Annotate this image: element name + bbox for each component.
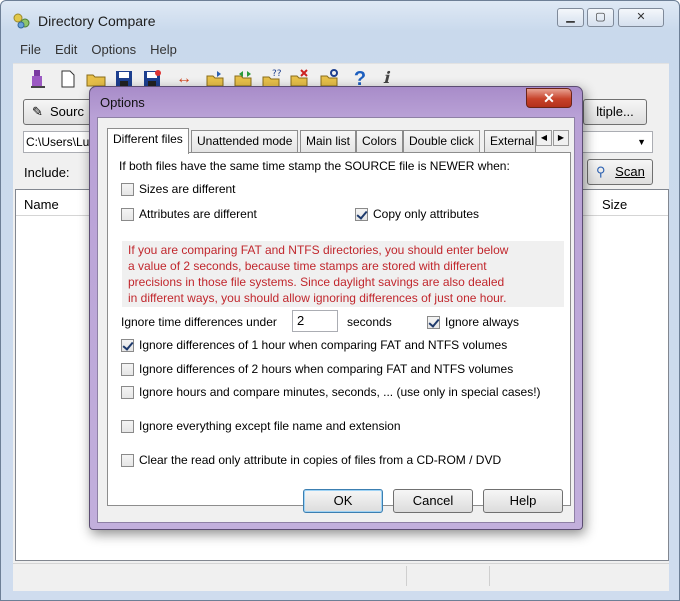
close-icon: ✕ bbox=[636, 11, 646, 23]
divider bbox=[120, 231, 563, 232]
scan-button[interactable]: ⚲ Scan bbox=[587, 159, 653, 185]
maximize-icon: ▢ bbox=[595, 11, 606, 23]
ignore-always-label[interactable]: Ignore always bbox=[445, 315, 519, 329]
clear-readonly-label[interactable]: Clear the read only attribute in copies … bbox=[139, 453, 501, 467]
column-name[interactable]: Name bbox=[24, 197, 59, 212]
tab-colors[interactable]: Colors bbox=[356, 130, 403, 152]
menu-edit[interactable]: Edit bbox=[48, 39, 84, 57]
ignore-2-hours-label[interactable]: Ignore differences of 2 hours when compa… bbox=[139, 362, 513, 376]
tab-main-list[interactable]: Main list bbox=[300, 130, 357, 152]
tab-panel-different-files: If both files have the same time stamp t… bbox=[107, 152, 571, 506]
seconds-label: seconds bbox=[347, 315, 392, 329]
clear-readonly-checkbox[interactable] bbox=[121, 454, 134, 467]
multiple-button-label: ltiple... bbox=[596, 104, 634, 119]
status-bar bbox=[13, 563, 669, 587]
maximize-button[interactable]: ▢ bbox=[587, 8, 614, 27]
magnifier-icon: ⚲ bbox=[596, 164, 606, 179]
attributes-different-checkbox[interactable] bbox=[121, 208, 134, 221]
svg-text:??: ?? bbox=[272, 69, 282, 79]
ignore-2-hours-checkbox[interactable] bbox=[121, 363, 134, 376]
warning-line: in different ways, you should allow igno… bbox=[128, 291, 507, 305]
chevron-right-icon[interactable]: ▶ bbox=[553, 130, 569, 146]
options-dialog: Options ✕ Different files Unattended mod… bbox=[89, 86, 583, 530]
person-icon[interactable] bbox=[27, 68, 49, 90]
tab-double-click[interactable]: Double click bbox=[403, 130, 480, 152]
copy-only-attributes-checkbox[interactable] bbox=[355, 208, 368, 221]
sizes-different-label[interactable]: Sizes are different bbox=[139, 182, 236, 196]
menu-options[interactable]: Options bbox=[84, 39, 143, 57]
ignore-1-hour-checkbox[interactable] bbox=[121, 339, 134, 352]
ignore-always-checkbox[interactable] bbox=[427, 316, 440, 329]
new-document-icon[interactable] bbox=[57, 68, 79, 90]
divider bbox=[120, 443, 563, 444]
tab-external[interactable]: External bbox=[484, 130, 536, 152]
tab-scroll-buttons: ◀ ▶ bbox=[536, 130, 570, 148]
copy-only-attributes-label[interactable]: Copy only attributes bbox=[373, 207, 479, 221]
chevron-left-icon[interactable]: ◀ bbox=[536, 130, 552, 146]
time-diff-input[interactable]: 2 bbox=[292, 310, 338, 332]
ignore-everything-label[interactable]: Ignore everything except file name and e… bbox=[139, 419, 401, 433]
warning-line: a value of 2 seconds, because time stamp… bbox=[128, 259, 487, 273]
sizes-different-checkbox[interactable] bbox=[121, 183, 134, 196]
attributes-different-label[interactable]: Attributes are different bbox=[139, 207, 257, 221]
chevron-down-icon[interactable]: ▼ bbox=[637, 132, 646, 152]
dialog-client-area: Different files Unattended mode Main lis… bbox=[97, 117, 575, 523]
menu-bar: File Edit Options Help bbox=[13, 39, 669, 61]
ignore-1-hour-label[interactable]: Ignore differences of 1 hour when compar… bbox=[139, 338, 507, 352]
close-button[interactable]: ✕ bbox=[618, 8, 664, 27]
minimize-button[interactable]: ▁ bbox=[557, 8, 584, 27]
path-value: C:\Users\Lu bbox=[26, 135, 90, 149]
cancel-button[interactable]: Cancel bbox=[393, 489, 473, 513]
ok-button[interactable]: OK bbox=[303, 489, 383, 513]
scan-button-label: Scan bbox=[615, 164, 645, 179]
ignore-hours-label[interactable]: Ignore hours and compare minutes, second… bbox=[139, 385, 541, 399]
multiple-button[interactable]: ltiple... bbox=[583, 99, 647, 125]
include-label: Include: bbox=[24, 165, 70, 180]
intro-text: If both files have the same time stamp t… bbox=[119, 159, 510, 173]
column-size[interactable]: Size bbox=[602, 197, 627, 212]
fat-ntfs-warning: If you are comparing FAT and NTFS direct… bbox=[122, 241, 564, 307]
ignore-hours-checkbox[interactable] bbox=[121, 386, 134, 399]
window-title: Directory Compare bbox=[38, 13, 156, 29]
dialog-close-button[interactable]: ✕ bbox=[526, 88, 572, 108]
minimize-icon: ▁ bbox=[566, 11, 575, 23]
tab-different-files[interactable]: Different files bbox=[107, 128, 189, 154]
status-pane bbox=[489, 566, 490, 586]
menu-file[interactable]: File bbox=[13, 39, 48, 57]
app-icon bbox=[13, 13, 30, 29]
close-icon: ✕ bbox=[543, 90, 555, 106]
title-bar: Directory Compare ▁ ▢ ✕ bbox=[1, 1, 679, 39]
status-pane bbox=[406, 566, 407, 586]
source-button-label: Sourc bbox=[50, 104, 84, 119]
warning-line: precisions in those file systems. Since … bbox=[128, 275, 505, 289]
help-button[interactable]: Help bbox=[483, 489, 563, 513]
divider bbox=[120, 409, 563, 410]
tab-unattended-mode[interactable]: Unattended mode bbox=[191, 130, 299, 152]
menu-help[interactable]: Help bbox=[143, 39, 184, 57]
ignore-everything-checkbox[interactable] bbox=[121, 420, 134, 433]
time-diff-label: Ignore time differences under bbox=[121, 315, 277, 329]
source-button[interactable]: ✎ Sourc bbox=[23, 99, 95, 125]
dialog-title: Options bbox=[100, 95, 145, 110]
warning-line: If you are comparing FAT and NTFS direct… bbox=[128, 243, 509, 257]
source-icon: ✎ bbox=[32, 104, 43, 119]
